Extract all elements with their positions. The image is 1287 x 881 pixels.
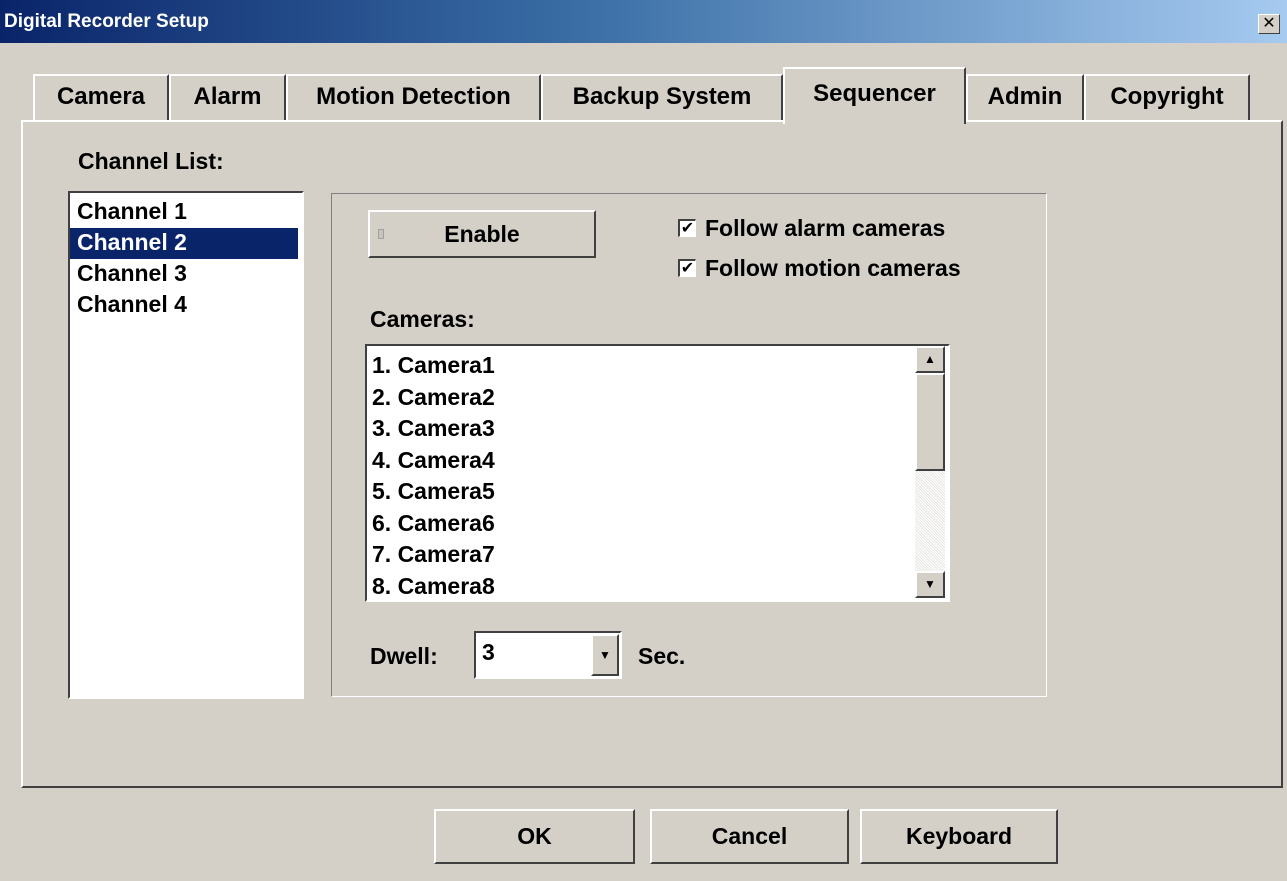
arrow-up-icon: ▲ — [924, 352, 936, 366]
cameras-listbox[interactable]: 1. Camera1 2. Camera2 3. Camera3 4. Came… — [365, 344, 950, 602]
tab-label: Alarm — [193, 83, 262, 110]
tab-camera[interactable]: Camera — [33, 74, 169, 120]
tab-copyright[interactable]: Copyright — [1084, 74, 1250, 120]
camera-item[interactable]: 2. Camera2 — [367, 382, 948, 414]
tab-label: Copyright — [1110, 83, 1224, 110]
tab-alarm[interactable]: Alarm — [169, 74, 286, 120]
enable-button-label: Enable — [444, 221, 520, 247]
follow-motion-label[interactable]: Follow motion cameras — [705, 255, 961, 282]
camera-item[interactable]: 6. Camera6 — [367, 508, 948, 540]
follow-alarm-label[interactable]: Follow alarm cameras — [705, 215, 945, 242]
dwell-value: 3 — [482, 639, 495, 665]
channel-item[interactable]: Channel 4 — [70, 290, 298, 321]
cameras-label: Cameras: — [370, 306, 475, 332]
channel-list[interactable]: Channel 1 Channel 2 Channel 3 Channel 4 — [68, 191, 304, 699]
enable-indicator-icon — [378, 229, 384, 239]
cancel-button[interactable]: Cancel — [650, 809, 849, 864]
window-title: Digital Recorder Setup — [4, 11, 209, 32]
checkmark-icon: ✔ — [680, 260, 695, 277]
follow-motion-checkbox[interactable]: ✔ — [678, 259, 696, 277]
scroll-thumb[interactable] — [915, 373, 945, 471]
tab-backup-system[interactable]: Backup System — [541, 74, 783, 120]
scroll-down-button[interactable]: ▼ — [915, 571, 945, 598]
camera-item[interactable]: 7. Camera7 — [367, 539, 948, 571]
camera-item[interactable]: 4. Camera4 — [367, 445, 948, 477]
dwell-label: Dwell: — [370, 643, 438, 669]
scroll-up-button[interactable]: ▲ — [915, 346, 945, 373]
tab-label: Sequencer — [813, 80, 936, 107]
camera-item[interactable]: 1. Camera1 — [367, 350, 948, 382]
arrow-down-icon: ▼ — [924, 577, 936, 591]
tab-motion-detection[interactable]: Motion Detection — [286, 74, 541, 120]
camera-item[interactable]: 3. Camera3 — [367, 413, 948, 445]
camera-item[interactable]: 5. Camera5 — [367, 476, 948, 508]
cancel-button-label: Cancel — [711, 823, 788, 849]
channel-list-label: Channel List: — [78, 148, 224, 174]
ok-button[interactable]: OK — [434, 809, 635, 864]
tab-label: Admin — [987, 83, 1063, 110]
enable-button[interactable]: Enable — [368, 210, 596, 258]
tab-label: Camera — [56, 83, 146, 110]
tab-sequencer[interactable]: Sequencer — [783, 67, 966, 124]
tab-admin[interactable]: Admin — [966, 74, 1084, 120]
dwell-unit-label: Sec. — [638, 643, 686, 669]
keyboard-button[interactable]: Keyboard — [860, 809, 1058, 864]
close-button[interactable]: ✕ — [1258, 14, 1280, 34]
tab-label: Motion Detection — [316, 83, 511, 110]
title-bar: Digital Recorder Setup — [0, 0, 1287, 43]
close-icon: ✕ — [1262, 15, 1276, 32]
follow-alarm-checkbox[interactable]: ✔ — [678, 219, 696, 237]
tab-label: Backup System — [572, 83, 752, 110]
chevron-down-icon: ▼ — [599, 648, 611, 662]
camera-item[interactable]: 8. Camera8 — [367, 571, 948, 603]
ok-button-label: OK — [517, 823, 552, 849]
dwell-dropdown-button[interactable]: ▼ — [591, 634, 619, 676]
keyboard-button-label: Keyboard — [905, 823, 1013, 849]
checkmark-icon: ✔ — [680, 220, 695, 237]
channel-item[interactable]: Channel 3 — [70, 259, 298, 290]
channel-item-selected[interactable]: Channel 2 — [70, 228, 298, 259]
channel-item[interactable]: Channel 1 — [70, 197, 298, 228]
